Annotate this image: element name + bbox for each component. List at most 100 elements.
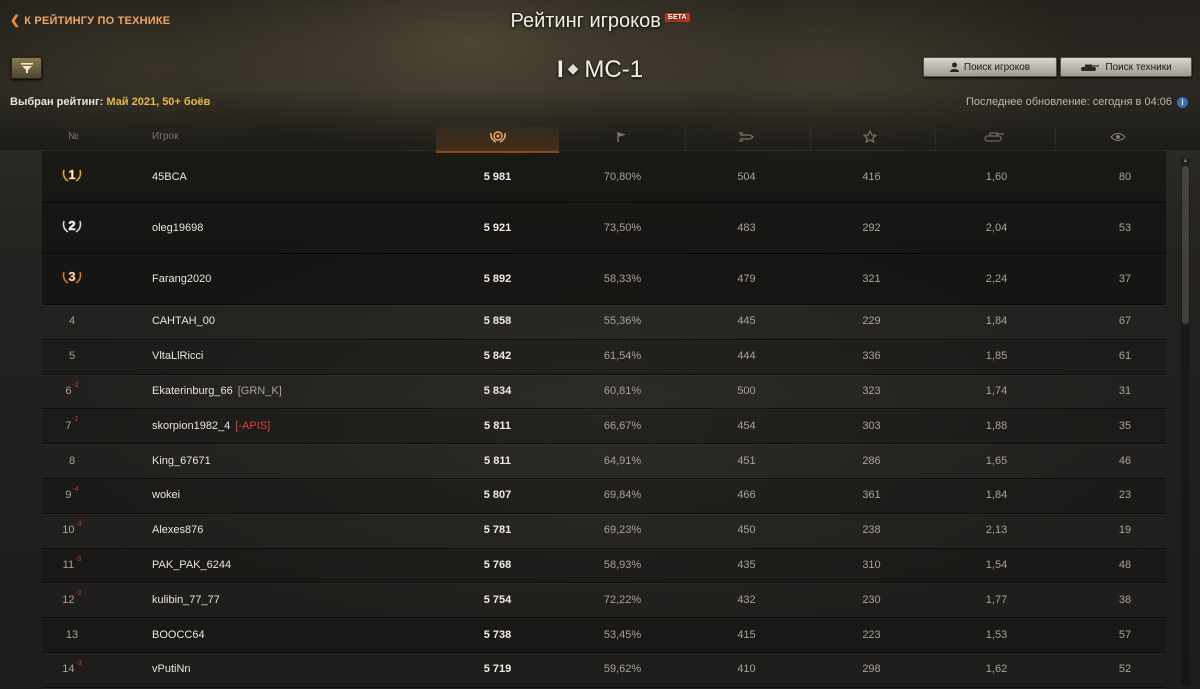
damage-cell: 450: [737, 524, 756, 537]
damage-cell: 445: [737, 315, 756, 328]
win-rate-cell: 69,23%: [603, 524, 642, 537]
spotting-cell: 80: [1118, 170, 1132, 183]
scroll-thumb[interactable]: [1182, 166, 1189, 324]
player-name[interactable]: Ekaterinburg_66: [152, 385, 233, 397]
table-row[interactable]: 5 VltaLlRicci 5 842 61,54% 444 336 1,85 61: [42, 338, 1166, 375]
table-row[interactable]: 11 45BCA 5 981 70,80% 504 416 1,60 80: [42, 151, 1166, 203]
damage-cell: 432: [737, 593, 756, 606]
player-name[interactable]: Farang2020: [152, 273, 211, 285]
spotting-cell: 67: [1118, 315, 1132, 328]
info-icon[interactable]: i: [1177, 96, 1188, 108]
player-name[interactable]: vPutiNn: [152, 663, 191, 675]
clan-tag[interactable]: [-APIS]: [235, 420, 270, 432]
rank-change: -2: [75, 590, 82, 598]
experience-cell: 292: [862, 221, 881, 234]
table-row[interactable]: 8 King_67671 5 811 64,91% 451 286 1,65 46: [42, 443, 1166, 479]
damage-cell: 454: [737, 419, 756, 432]
rank-change: -3: [75, 520, 82, 528]
kills-cell: 2,04: [985, 221, 1008, 234]
player-name[interactable]: wokei: [152, 489, 180, 501]
score-cell: 5 858: [483, 315, 512, 328]
player-cell: PAK_PAK_6244: [152, 548, 452, 583]
kills-cell: 2,24: [985, 272, 1008, 285]
damage-cell: 444: [737, 350, 756, 363]
player-cell: BOOCC64: [152, 617, 452, 652]
rank-cell: 11 -3: [42, 548, 102, 583]
win-rate-cell: 58,93%: [603, 558, 642, 571]
rank-number: 5: [68, 350, 76, 363]
player-name[interactable]: VltaLlRicci: [152, 350, 203, 362]
player-cell: VltaLlRicci: [152, 339, 452, 374]
player-cell: oleg19698: [152, 202, 452, 253]
tank-tier: I: [556, 56, 564, 83]
player-cell: САНТАН_00: [152, 304, 452, 339]
kills-cell: 1,53: [985, 628, 1008, 641]
score-cell: 5 981: [483, 170, 512, 183]
table-row[interactable]: 10 -3 Alexes876 5 781 69,23% 450 238 2,13 19: [42, 513, 1166, 549]
rank-number: 9: [65, 489, 72, 502]
player-name[interactable]: King_67671: [152, 455, 211, 467]
score-cell: 5 719: [483, 663, 512, 676]
search-players-button[interactable]: Поиск игроков: [923, 57, 1057, 77]
rank-cell: 4: [42, 304, 102, 339]
score-cell: 5 781: [483, 524, 512, 537]
score-cell: 5 768: [483, 558, 512, 571]
table-row[interactable]: 13 BOOCC64 5 738 53,45% 415 223 1,53 57: [42, 617, 1166, 653]
table-row[interactable]: 7 -1 skorpion1982_4 [-APIS] 5 811 66,67% 454 30…: [42, 408, 1166, 445]
experience-cell: 238: [862, 524, 881, 537]
spotting-cell: 46: [1118, 454, 1132, 467]
player-name[interactable]: BOOCC64: [152, 629, 205, 641]
eye-icon: [1110, 132, 1126, 142]
player-name[interactable]: PAK_PAK_6244: [152, 559, 231, 571]
column-player[interactable]: Игрок: [152, 126, 178, 151]
kills-cell: 1,88: [985, 419, 1008, 432]
table-row[interactable]: 12 -2 kulibin_77_77 5 754 72,22% 432 230 1,77 38: [42, 582, 1166, 619]
rank-cell: 22: [42, 202, 102, 253]
player-name[interactable]: skorpion1982_4: [152, 420, 230, 432]
rank-cell: 12 -2: [42, 582, 102, 617]
table-row[interactable]: 4 САНТАН_00 5 858 55,36% 445 229 1,84 67: [42, 304, 1166, 340]
rank-number: 4: [68, 315, 76, 328]
experience-cell: 310: [862, 558, 881, 571]
rank-change: -1: [72, 416, 79, 424]
player-name[interactable]: 45BCA: [152, 171, 187, 183]
search-players-label: Поиск игроков: [963, 61, 1031, 73]
player-name[interactable]: kulibin_77_77: [152, 594, 220, 606]
experience-cell: 323: [862, 384, 881, 397]
player-name[interactable]: oleg19698: [152, 222, 203, 234]
column-rank[interactable]: №: [68, 126, 79, 151]
scrollbar[interactable]: ▲: [1181, 158, 1190, 686]
table-row[interactable]: 11 -3 PAK_PAK_6244 5 768 58,93% 435 310 1,54 48: [42, 547, 1166, 584]
damage-cell: 415: [737, 628, 756, 641]
table-row[interactable]: 9 -4 wokei 5 807 69,84% 466 361 1,84 23: [42, 478, 1166, 514]
win-rate-cell: 70,80%: [603, 170, 642, 183]
clan-tag[interactable]: [GRN_K]: [238, 385, 282, 397]
experience-cell: 229: [862, 315, 881, 328]
score-cell: 5 842: [483, 350, 512, 363]
table-row[interactable]: 14 -3 vPutiNn 5 719 59,62% 410 298 1,62 52: [42, 652, 1166, 688]
kills-cell: 2,13: [985, 524, 1008, 537]
player-name[interactable]: Alexes876: [152, 524, 203, 536]
experience-cell: 361: [862, 489, 881, 502]
table-row[interactable]: 22 oleg19698 5 921 73,50% 483 292 2,04 53: [42, 202, 1166, 254]
spotting-cell: 57: [1118, 628, 1132, 641]
spotting-cell: 35: [1118, 419, 1132, 432]
search-tech-button[interactable]: Поиск техники: [1060, 57, 1192, 77]
last-update-text: Последнее обновление: сегодня в 04:06: [966, 96, 1172, 108]
table-row[interactable]: 6 -2 Ekaterinburg_66 [GRN_K] 5 834 60,81% 500 3…: [42, 374, 1166, 410]
table-row[interactable]: 33 Farang2020 5 892 58,33% 479 321 2,24 37: [42, 253, 1166, 305]
win-rate-cell: 58,33%: [603, 272, 642, 285]
win-rate-cell: 73,50%: [603, 221, 642, 234]
score-cell: 5 834: [483, 384, 512, 397]
rank-number: 7: [65, 419, 72, 432]
rank-cell: 11: [42, 151, 102, 202]
selected-rating-value[interactable]: Май 2021, 50+ боёв: [106, 96, 210, 108]
score-cell: 5 892: [483, 272, 512, 285]
rank-number: 10: [62, 524, 75, 537]
page-title-text: Рейтинг игроков: [510, 10, 661, 32]
player-name[interactable]: САНТАН_00: [152, 315, 215, 327]
win-rate-cell: 64,91%: [603, 454, 642, 467]
column-separator: [935, 126, 936, 151]
scroll-up-arrow-icon[interactable]: ▲: [1182, 158, 1189, 164]
light-tank-icon: ◆: [567, 60, 579, 76]
